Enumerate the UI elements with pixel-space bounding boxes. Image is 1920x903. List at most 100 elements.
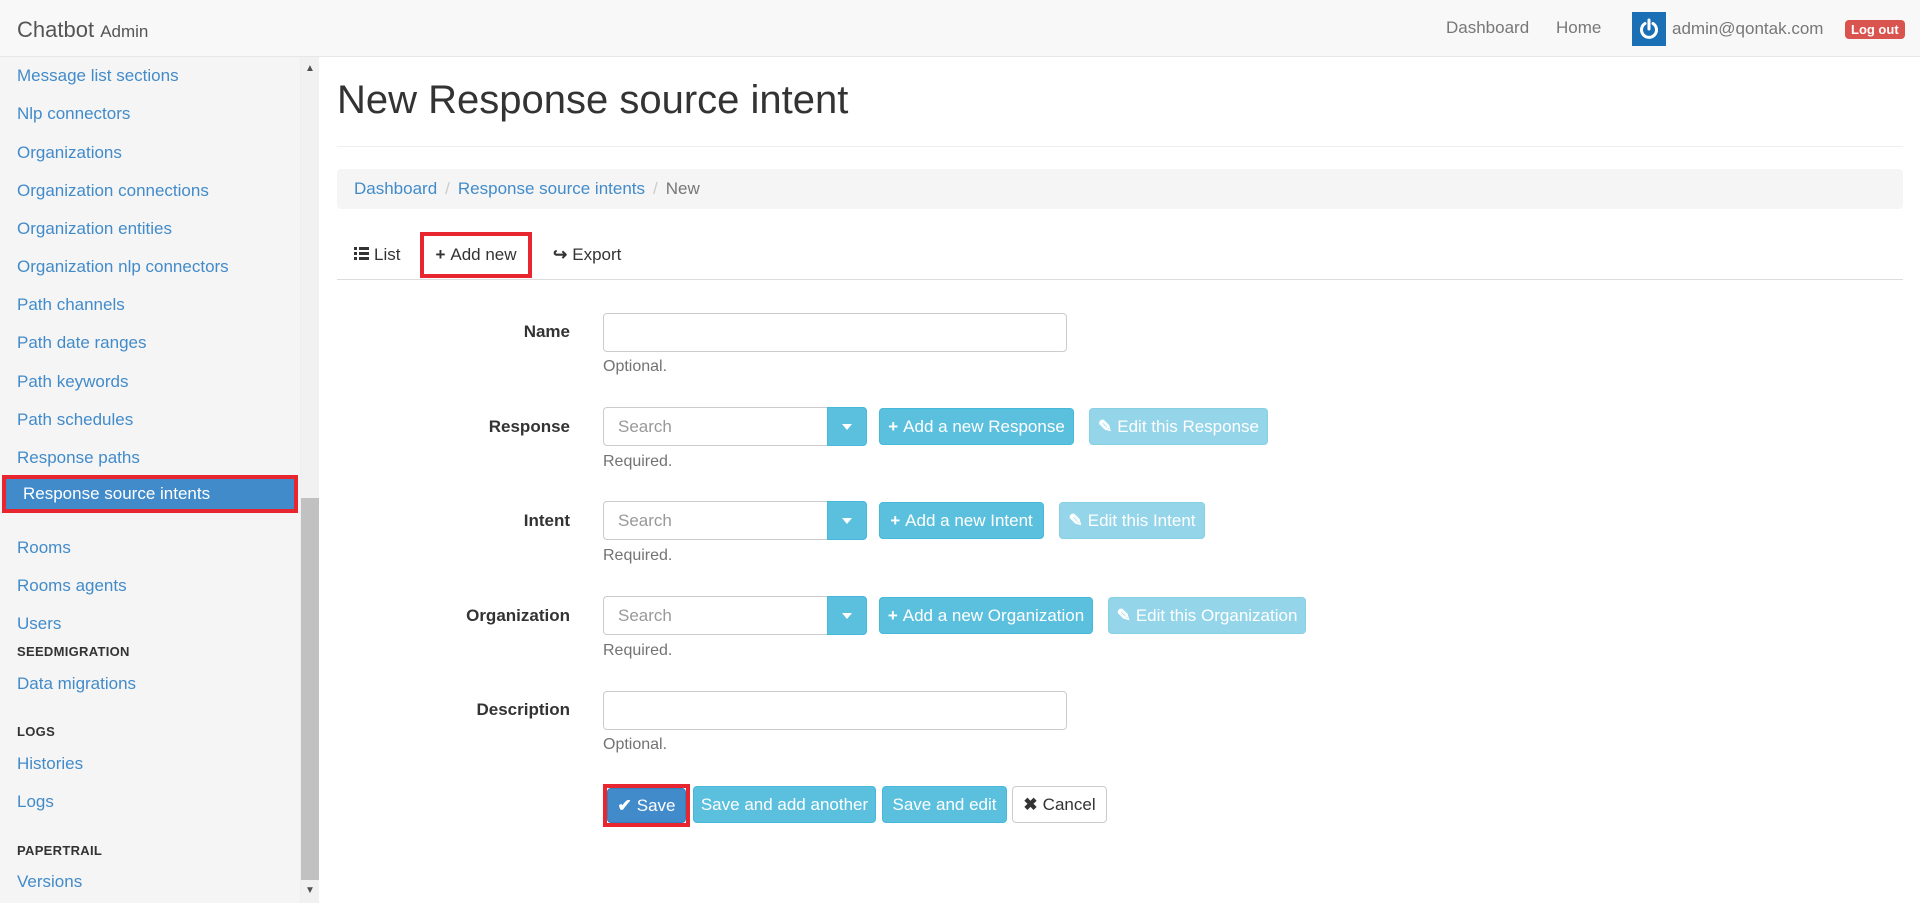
- sidebar-item-path-keywords[interactable]: Path keywords: [0, 363, 300, 401]
- plus-icon: +: [888, 416, 899, 436]
- organization-help: Required.: [603, 642, 673, 659]
- tab-list-label: List: [374, 245, 401, 264]
- add-new-response-label: Add a new Response: [903, 416, 1065, 436]
- close-icon: ✖: [1023, 794, 1038, 814]
- cancel-button[interactable]: ✖ Cancel: [1012, 786, 1107, 823]
- tab-export-label: Export: [572, 245, 622, 264]
- sidebar-scrollbar-thumb[interactable]: [301, 498, 319, 880]
- breadcrumb-current: New: [665, 179, 700, 198]
- add-new-intent-label: Add a new Intent: [905, 510, 1033, 530]
- pencil-icon: ✎: [1098, 416, 1113, 436]
- sidebar-item-organizations[interactable]: Organizations: [0, 134, 300, 172]
- list-icon: [354, 245, 369, 265]
- user-menu[interactable]: admin@qontak.com: [1632, 12, 1823, 46]
- add-new-intent-button[interactable]: + Add a new Intent: [879, 502, 1044, 539]
- response-help: Required.: [603, 453, 673, 470]
- save-and-edit-button[interactable]: Save and edit: [882, 786, 1007, 823]
- organization-label: Organization: [466, 606, 570, 625]
- sidebar-item-histories[interactable]: Histories: [0, 745, 300, 783]
- sidebar-item-path-channels[interactable]: Path channels: [0, 286, 300, 324]
- edit-intent-button[interactable]: ✎ Edit this Intent: [1059, 502, 1205, 539]
- sidebar-item-organization-entities[interactable]: Organization entities: [0, 210, 300, 248]
- sidebar-item-path-schedules[interactable]: Path schedules: [0, 401, 300, 439]
- brand-suffix: Admin: [100, 22, 149, 41]
- sidebar: Message list sections Nlp connectors Org…: [0, 57, 301, 903]
- plus-icon: +: [435, 245, 446, 264]
- breadcrumb-separator: /: [445, 179, 450, 198]
- edit-organization-label: Edit this Organization: [1135, 605, 1298, 625]
- breadcrumb-separator: /: [653, 179, 658, 198]
- share-icon: ↪: [553, 245, 568, 264]
- scroll-up-arrow-icon[interactable]: ▲: [301, 60, 319, 78]
- edit-response-button[interactable]: ✎ Edit this Response: [1089, 408, 1268, 445]
- intent-search-input[interactable]: Search: [603, 501, 827, 540]
- plus-icon: +: [890, 510, 901, 530]
- sidebar-item-logs[interactable]: Logs: [0, 783, 300, 821]
- user-email: admin@qontak.com: [1672, 19, 1824, 38]
- sidebar-item-message-list-sections[interactable]: Message list sections: [0, 57, 300, 95]
- chevron-down-icon[interactable]: [827, 407, 867, 446]
- name-help: Optional.: [603, 358, 668, 375]
- sidebar-item-rooms-agents[interactable]: Rooms agents: [0, 567, 300, 605]
- logout-button[interactable]: Log out: [1845, 20, 1905, 39]
- title-divider: [337, 146, 1903, 147]
- tab-add-new-label: Add new: [450, 245, 517, 264]
- sidebar-item-response-source-intents[interactable]: Response source intents: [2, 475, 298, 513]
- save-button[interactable]: ✔ Save: [607, 788, 686, 823]
- chevron-down-icon[interactable]: [827, 596, 867, 635]
- sidebar-item-rooms[interactable]: Rooms: [0, 529, 300, 567]
- brand[interactable]: Chatbot Admin: [17, 17, 148, 43]
- intent-search-select[interactable]: Search: [603, 501, 877, 540]
- intent-label: Intent: [523, 511, 570, 530]
- sidebar-item-organization-connections[interactable]: Organization connections: [0, 172, 300, 210]
- name-input[interactable]: [603, 313, 1067, 352]
- intent-help: Required.: [603, 547, 673, 564]
- breadcrumb-response-source-intents-link[interactable]: Response source intents: [458, 179, 645, 199]
- organization-search-input[interactable]: Search: [603, 596, 827, 635]
- description-help: Optional.: [603, 736, 668, 753]
- pencil-icon: ✎: [1068, 510, 1083, 530]
- description-input[interactable]: [603, 691, 1067, 730]
- pencil-icon: ✎: [1116, 605, 1131, 625]
- sidebar-item-data-migrations[interactable]: Data migrations: [0, 665, 300, 703]
- sidebar-item-path-date-ranges[interactable]: Path date ranges: [0, 324, 300, 362]
- breadcrumb: Dashboard / Response source intents / Ne…: [337, 169, 1903, 209]
- chevron-down-icon[interactable]: [827, 501, 867, 540]
- breadcrumb-dashboard-link[interactable]: Dashboard: [354, 179, 437, 199]
- sidebar-item-response-paths[interactable]: Response paths: [0, 439, 300, 477]
- nav-dashboard-link[interactable]: Dashboard: [1446, 18, 1529, 38]
- response-search-input[interactable]: Search: [603, 407, 827, 446]
- check-icon: ✔: [617, 795, 632, 815]
- name-label: Name: [523, 322, 570, 341]
- action-tabs: List + Add new ↪ Export: [337, 232, 1903, 280]
- sidebar-section-header-papertrail: PAPERTRAIL: [17, 843, 103, 858]
- tab-list[interactable]: List: [354, 232, 400, 278]
- scroll-down-arrow-icon[interactable]: ▼: [301, 882, 319, 900]
- add-new-organization-button[interactable]: + Add a new Organization: [879, 597, 1093, 634]
- save-button-label: Save: [636, 795, 676, 815]
- nav-home-link[interactable]: Home: [1556, 18, 1601, 38]
- sidebar-item-organization-nlp-connectors[interactable]: Organization nlp connectors: [0, 248, 300, 286]
- response-label: Response: [488, 417, 570, 436]
- page-title: New Response source intent: [337, 78, 849, 122]
- organization-search-select[interactable]: Search: [603, 596, 877, 635]
- top-navbar: Chatbot Admin Dashboard Home admin@qonta…: [0, 0, 1920, 57]
- edit-response-label: Edit this Response: [1117, 416, 1259, 436]
- sidebar-section-header-seedmigration: SEEDMIGRATION: [17, 644, 130, 659]
- cancel-button-label: Cancel: [1042, 794, 1096, 814]
- tab-add-new[interactable]: + Add new: [420, 232, 532, 278]
- add-new-organization-label: Add a new Organization: [902, 605, 1085, 625]
- response-search-select[interactable]: Search: [603, 407, 877, 446]
- save-and-add-another-button[interactable]: Save and add another: [693, 786, 876, 823]
- description-label: Description: [476, 700, 570, 719]
- edit-organization-button[interactable]: ✎ Edit this Organization: [1108, 597, 1306, 634]
- sidebar-item-nlp-connectors[interactable]: Nlp connectors: [0, 95, 300, 133]
- sidebar-item-users[interactable]: Users: [0, 605, 300, 643]
- edit-intent-label: Edit this Intent: [1087, 510, 1196, 530]
- tab-export[interactable]: ↪ Export: [553, 232, 621, 278]
- power-icon: [1632, 12, 1666, 46]
- sidebar-item-versions[interactable]: Versions: [0, 863, 300, 901]
- brand-name: Chatbot: [17, 17, 95, 42]
- add-new-response-button[interactable]: + Add a new Response: [879, 408, 1074, 445]
- sidebar-section-header-logs: LOGS: [17, 724, 56, 739]
